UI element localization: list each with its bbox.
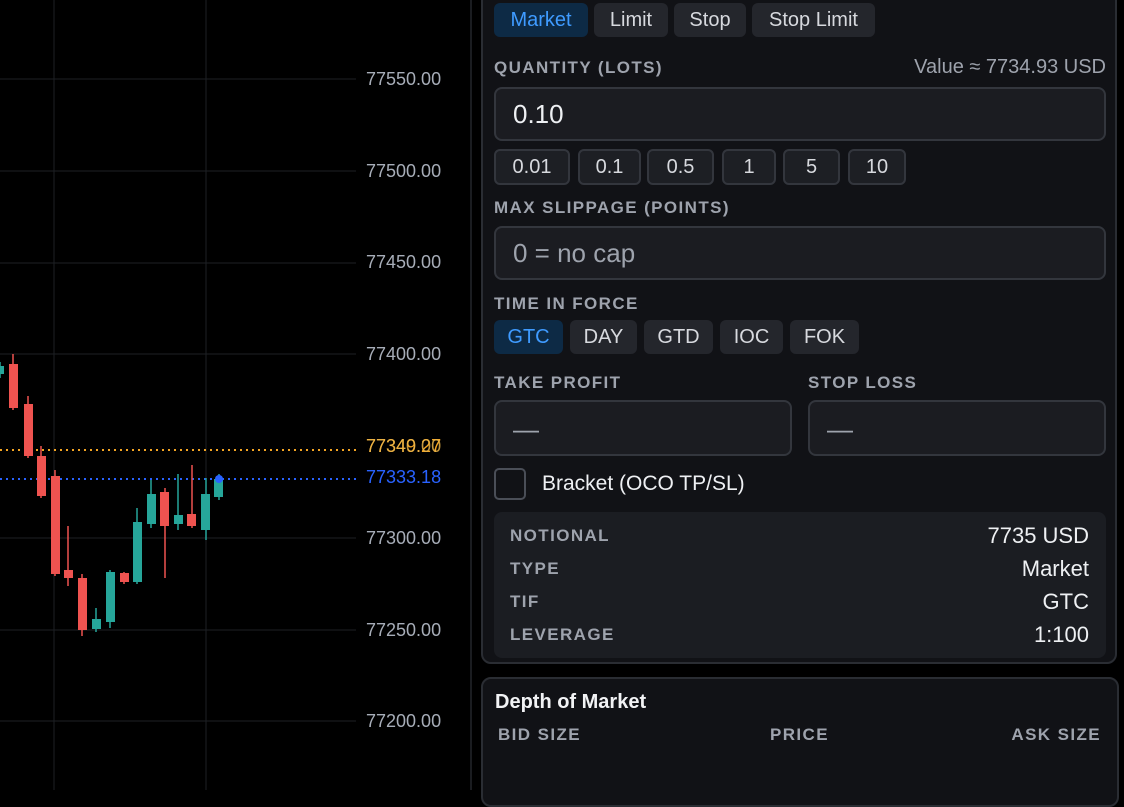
candle-body <box>78 578 87 630</box>
take-profit-label: TAKE PROFIT <box>494 373 622 392</box>
bid-size-column-header: BID SIZE <box>498 725 581 744</box>
tif-summary-value: GTC <box>1042 589 1089 614</box>
candle-body <box>0 366 4 374</box>
price-chart[interactable]: 77550.00 77500.00 77450.00 77400.00 7730… <box>0 0 470 790</box>
candle-body <box>160 492 169 526</box>
time-in-force-label: TIME IN FORCE <box>494 294 639 313</box>
tif-gtc-option[interactable]: GTC <box>494 320 563 354</box>
order-type-stop-tab[interactable]: Stop <box>674 3 746 37</box>
tif-fok-option[interactable]: FOK <box>790 320 859 354</box>
price-axis-label: 77200.00 <box>366 711 441 731</box>
quantity-preset-button[interactable]: 1 <box>722 149 776 185</box>
quantity-input[interactable]: 0.10 <box>494 87 1106 141</box>
quantity-input-value: 0.10 <box>513 99 564 129</box>
take-profit-placeholder: — <box>513 414 539 444</box>
candle-body <box>92 619 101 629</box>
notional-label: NOTIONAL <box>510 526 610 545</box>
panel-divider <box>470 0 472 790</box>
price-axis-label: 77300.00 <box>366 528 441 548</box>
order-type-market-tab[interactable]: Market <box>494 3 588 37</box>
price-axis-label: 77450.00 <box>366 252 441 272</box>
last-price-label: 77333.18 <box>366 467 441 487</box>
quantity-preset-button[interactable]: 10 <box>848 149 906 185</box>
candle-body <box>120 573 129 582</box>
price-column-header: PRICE <box>770 725 829 744</box>
grid <box>0 0 356 790</box>
quantity-preset-button[interactable]: 0.01 <box>494 149 570 185</box>
bracket-label[interactable]: Bracket (OCO TP/SL) <box>542 472 745 496</box>
price-axis-label: 77250.00 <box>366 620 441 640</box>
quantity-preset-button[interactable]: 0.1 <box>578 149 641 185</box>
leverage-value: 1:100 <box>1033 622 1089 647</box>
stop-loss-label: STOP LOSS <box>808 373 918 392</box>
candle-body <box>37 456 46 496</box>
max-slippage-input[interactable]: 0 = no cap <box>494 226 1106 280</box>
leverage-label: LEVERAGE <box>510 625 615 644</box>
take-profit-input[interactable]: — <box>494 400 792 456</box>
price-axis-label: 77500.00 <box>366 161 441 181</box>
quantity-preset-button[interactable]: 0.5 <box>647 149 714 185</box>
quantity-value-estimate: Value ≈ 7734.93 USD <box>914 56 1106 78</box>
candle-body <box>201 494 210 530</box>
candle-body <box>187 514 196 526</box>
order-summary: NOTIONAL 7735 USD TYPE Market TIF GTC LE… <box>494 512 1106 658</box>
order-type-limit-tab[interactable]: Limit <box>594 3 668 37</box>
candle-body <box>174 515 183 524</box>
price-axis-label: 77550.00 <box>366 69 441 89</box>
max-slippage-placeholder: 0 = no cap <box>513 238 636 268</box>
stop-loss-input[interactable]: — <box>808 400 1106 456</box>
candle-body <box>64 570 73 578</box>
type-value: Market <box>1021 556 1089 581</box>
candle-body <box>51 476 60 574</box>
price-axis: 77550.00 77500.00 77450.00 77400.00 7730… <box>366 69 441 731</box>
price-axis-label: 77400.00 <box>366 344 441 364</box>
bracket-checkbox[interactable] <box>494 468 526 500</box>
type-label: TYPE <box>510 559 561 578</box>
tif-gtd-option[interactable]: GTD <box>644 320 713 354</box>
ask-size-column-header: ASK SIZE <box>1011 725 1101 744</box>
candle-body <box>133 522 142 582</box>
notional-value: 7735 USD <box>987 523 1089 548</box>
order-type-stop-limit-tab[interactable]: Stop Limit <box>752 3 875 37</box>
stop-loss-placeholder: — <box>827 414 853 444</box>
max-slippage-label: MAX SLIPPAGE (POINTS) <box>494 198 730 217</box>
quantity-label: QUANTITY (LOTS) <box>494 58 663 77</box>
candle-body <box>106 572 115 622</box>
tif-ioc-option[interactable]: IOC <box>720 320 783 354</box>
depth-of-market-title: Depth of Market <box>495 691 647 713</box>
candle-body <box>147 494 156 524</box>
tif-day-option[interactable]: DAY <box>570 320 637 354</box>
depth-of-market-panel: Depth of Market BID SIZE PRICE ASK SIZE <box>481 677 1119 807</box>
bid-price-label: 77340.00 <box>366 436 441 456</box>
candle-body <box>24 404 33 456</box>
last-price-dot <box>215 475 223 483</box>
tif-summary-label: TIF <box>510 592 540 611</box>
candle-body <box>9 364 18 408</box>
quantity-preset-button[interactable]: 5 <box>783 149 840 185</box>
candles <box>0 354 223 636</box>
